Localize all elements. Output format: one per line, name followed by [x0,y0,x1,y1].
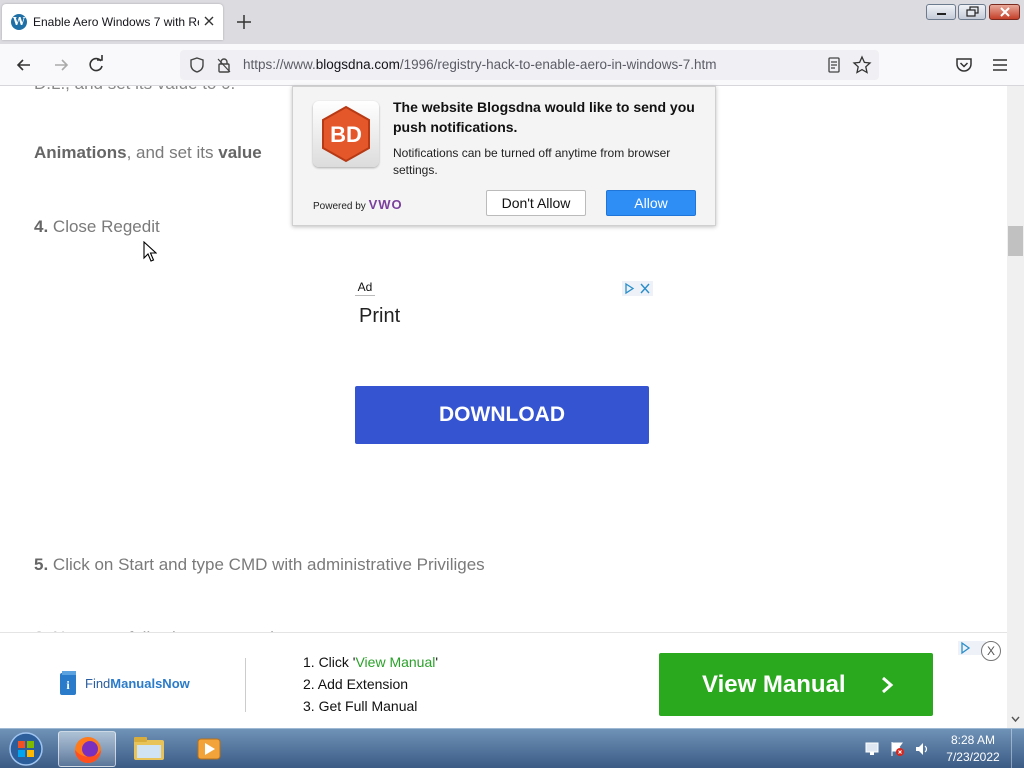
system-tray-icons[interactable] [862,739,938,759]
push-notification-popup: BD The website Blogsdna would like to se… [292,86,716,226]
step-number: 5. [34,555,49,574]
network-icon[interactable] [865,742,879,755]
show-desktop-button[interactable] [1011,729,1024,768]
pocket-icon[interactable] [953,54,975,76]
ad-step-1: 1. Click 'View Manual' [303,654,438,670]
tab-title: Enable Aero Windows 7 with Registry Hack [33,15,199,29]
ad-download-button[interactable]: DOWNLOAD [355,386,649,444]
step1-suffix: ' [435,654,439,670]
window-close-button[interactable] [989,4,1020,20]
browser-tab[interactable]: W Enable Aero Windows 7 with Registry Ha… [2,4,223,40]
ad-label: Ad [355,280,375,296]
powered-by: Powered by VWO [313,197,403,212]
value-keyword: value [218,143,262,162]
view-manual-label: View Manual [702,671,846,698]
ad-headline[interactable]: Print [359,305,400,328]
volume-icon[interactable] [916,743,928,755]
powered-by-label: Powered by [313,201,366,212]
book-icon: i [60,671,76,695]
taskbar-firefox[interactable] [58,731,116,767]
article-text-cutoff: D.L., and set its value to 0. [34,86,235,94]
logo-text: BD [330,122,362,147]
url-path: /1996/registry-hack-to-enable-aero-in-wi… [399,57,717,72]
taskbar-media-player[interactable] [180,731,238,767]
clock-date[interactable]: 7/23/2022 [940,750,1006,764]
shield-icon[interactable] [188,56,206,74]
step-text: Click on Start and type CMD with adminis… [48,555,485,574]
menu-icon[interactable] [989,54,1011,76]
media-player-icon [197,738,221,760]
tab-close-icon[interactable] [201,13,217,29]
article-step-animations: Animations, and set its value [34,143,262,163]
findmanualsnow-brand[interactable]: FindManualsNow [85,676,190,691]
folder-icon [134,737,164,760]
browser-titlebar: W Enable Aero Windows 7 with Registry Ha… [0,0,1024,44]
action-center-flag-icon[interactable] [891,742,904,756]
brand-highlight: ManualsNow [110,676,190,691]
taskbar-explorer[interactable] [120,731,178,767]
article-step-4: 4. Close Regedit [34,217,160,237]
ad-step-2: 2. Add Extension [303,676,409,692]
bookmark-star-icon[interactable] [852,55,872,75]
windows-start-icon[interactable] [6,731,46,767]
brand-prefix: Find [85,676,111,691]
blogsdna-logo: BD [313,101,379,167]
scroll-down-arrow-icon[interactable] [1008,712,1023,726]
dont-allow-button[interactable]: Don't Allow [486,190,586,216]
allow-button[interactable]: Allow [606,190,696,216]
browser-navbar: https://www.blogsdna.com/1996/registry-h… [0,44,1024,86]
page-scrollbar[interactable] [1007,86,1024,728]
step-number: 4. [34,217,49,236]
wordpress-favicon-icon: W [11,14,27,30]
url-host: blogsdna.com [315,57,400,72]
windows-taskbar: 8:28 AM 7/23/2022 [0,728,1024,768]
adchoices-icon[interactable] [622,281,653,296]
scrollbar-thumb[interactable] [1008,226,1023,256]
ad-close-button[interactable]: X [981,641,1001,661]
step1-link: View Manual [355,654,436,670]
firefox-icon [75,737,101,763]
ad-divider [245,658,246,712]
bottom-ad-banner: i FindManualsNow 1. Click 'View Manual' … [0,632,1007,728]
ad-step-3: 3. Get Full Manual [303,698,418,714]
mouse-cursor-icon [143,241,157,262]
animations-text: , and set its [126,143,219,162]
chevron-right-icon [882,676,894,694]
vwo-brand: VWO [368,197,403,212]
reload-icon[interactable] [85,54,107,76]
step-text: Close Regedit [48,217,160,236]
new-tab-icon[interactable] [234,12,254,32]
animations-keyword: Animations [34,143,127,162]
window-restore-button[interactable] [958,4,986,20]
article-step-5: 5. Click on Start and type CMD with admi… [34,555,485,575]
push-popup-message: Notifications can be turned off anytime … [393,146,671,177]
clock-time[interactable]: 8:28 AM [945,733,1001,747]
window-minimize-button[interactable] [926,4,956,20]
url-text[interactable]: https://www.blogsdna.com/1996/registry-h… [243,57,716,72]
reader-view-icon[interactable] [825,56,843,74]
lock-icon[interactable] [215,56,233,74]
url-bar[interactable]: https://www.blogsdna.com/1996/registry-h… [180,50,879,80]
push-popup-title: The website Blogsdna would like to send … [393,99,695,135]
back-icon[interactable] [13,54,35,76]
forward-icon[interactable] [50,54,72,76]
url-prefix: https://www. [243,57,316,72]
view-manual-button[interactable]: View Manual [659,653,933,716]
step1-prefix: 1. Click ' [303,654,356,670]
